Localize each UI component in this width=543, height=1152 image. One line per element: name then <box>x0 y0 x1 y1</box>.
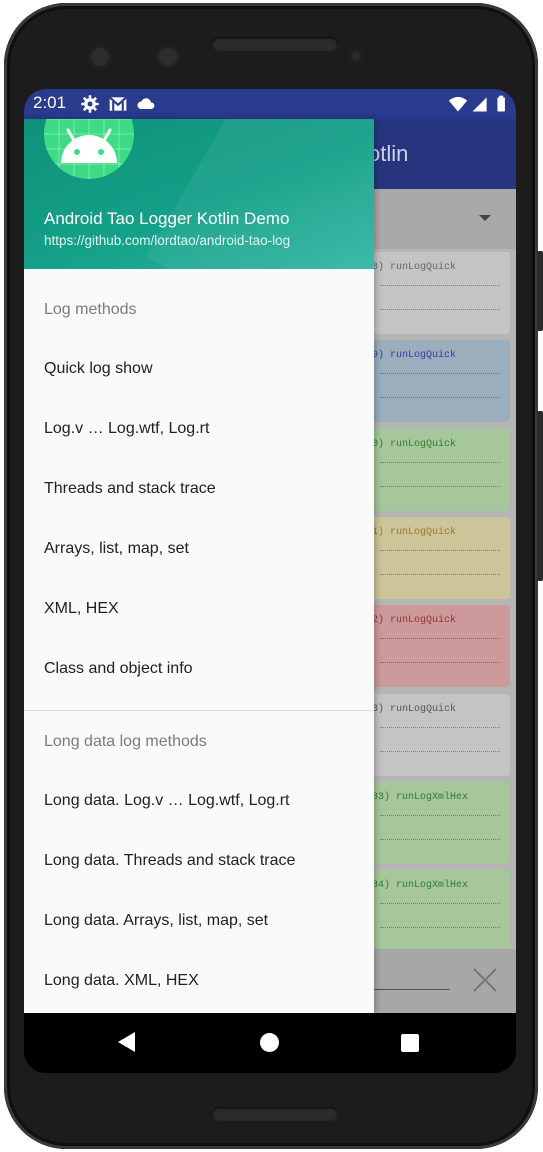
screen: 2:01 otlin 8) runLogQuick 9) runLogQuick… <box>24 89 516 1073</box>
log-card-text: 9) runLogQuick <box>372 350 457 362</box>
log-card-dots <box>380 927 500 929</box>
drawer-menu-item[interactable]: XML, HEX <box>24 582 374 638</box>
log-card-text: 83) runLogXmlHex <box>372 791 469 803</box>
dropdown-arrow-icon <box>479 215 491 221</box>
drawer-menu-item-label: Long data. Threads and stack trace <box>44 852 296 869</box>
log-card-dots <box>380 309 500 310</box>
power-button <box>537 251 543 331</box>
log-card-dots <box>380 750 500 752</box>
log-card-dots <box>380 285 500 286</box>
drawer-menu-item-label: Arrays, list, map, set <box>44 540 189 557</box>
drawer-menu-item[interactable]: Long data. Log.v … Log.wtf, Log.rt <box>24 774 374 830</box>
log-card-text: 84) runLogXmlHex <box>372 880 469 892</box>
signal-icon <box>472 97 487 112</box>
drawer-menu-item-label: Long data. Log.v … Log.wtf, Log.rt <box>44 792 290 809</box>
drawer-menu-item[interactable]: Quick log show <box>24 342 374 398</box>
back-icon[interactable] <box>118 1032 135 1052</box>
cloud-icon <box>137 98 155 109</box>
log-card-dots <box>380 461 500 463</box>
drawer-menu-item-label: Long data. Arrays, list, map, set <box>44 912 269 929</box>
front-camera <box>88 45 112 69</box>
drawer-menu-item[interactable]: Threads and stack trace <box>24 462 374 518</box>
drawer-menu-item-label: Quick log show <box>44 360 153 377</box>
gmail-icon <box>108 96 128 111</box>
log-card-dots <box>380 726 500 728</box>
home-icon[interactable] <box>260 1033 279 1052</box>
drawer-menu-item-label: Log.v … Log.wtf, Log.rt <box>44 420 210 437</box>
drawer-menu-item[interactable]: Long data. Threads and stack trace <box>24 834 374 890</box>
drawer-menu-item[interactable]: Log.v … Log.wtf, Log.rt <box>24 402 374 458</box>
volume-button <box>537 411 543 581</box>
log-card-dots <box>380 638 500 640</box>
menu-divider <box>24 710 374 711</box>
front-sensor <box>156 45 180 69</box>
drawer-menu-item-label: Class and object info <box>44 660 193 677</box>
earpiece-speaker <box>212 37 338 51</box>
clear-icon[interactable] <box>472 967 498 993</box>
status-time: 2:01 <box>33 93 67 112</box>
log-card-text: 0) runLogQuick <box>372 438 457 450</box>
proximity-sensor <box>349 49 363 63</box>
log-card-dots <box>380 397 500 399</box>
log-card-dots <box>380 814 500 816</box>
recents-icon[interactable] <box>401 1034 419 1052</box>
log-card-text: 3) runLogQuick <box>372 703 457 715</box>
wifi-icon <box>448 96 468 112</box>
log-card-text: 1) runLogQuick <box>372 526 457 538</box>
navigation-drawer: Android Tao Logger Kotlin Demo https://g… <box>24 119 374 1013</box>
system-nav-bar <box>24 1013 516 1073</box>
drawer-menu-item[interactable]: Arrays, list, map, set <box>24 522 374 578</box>
settings-icon <box>81 95 99 113</box>
status-bar: 2:01 <box>24 89 516 119</box>
filter-input[interactable] <box>374 989 450 990</box>
drawer-menu-item[interactable]: Long data. Arrays, list, map, set <box>24 894 374 950</box>
drawer-menu-item[interactable]: Class and object info <box>24 642 374 698</box>
drawer-menu-item-label: Long data. XML, HEX <box>44 972 199 989</box>
bottom-speaker <box>212 1107 338 1121</box>
android-logo <box>44 119 134 179</box>
drawer-title: Android Tao Logger Kotlin Demo <box>44 209 290 228</box>
section-header-long-data: Long data log methods <box>44 733 207 750</box>
log-card-dots <box>380 662 500 664</box>
section-header-log-methods: Log methods <box>44 301 137 318</box>
drawer-menu-item-label: XML, HEX <box>44 600 119 617</box>
log-card-text: 2) runLogQuick <box>372 615 457 627</box>
log-card-dots <box>380 373 500 375</box>
android-robot-icon <box>44 119 134 179</box>
log-card-dots <box>380 485 500 487</box>
log-card-dots <box>380 549 500 551</box>
toolbar-title: otlin <box>368 141 409 166</box>
log-card-text: 8) runLogQuick <box>372 262 457 273</box>
log-card-dots <box>380 573 500 575</box>
log-card-dots <box>380 838 500 840</box>
drawer-menu-item[interactable]: Long data. XML, HEX <box>24 954 374 1010</box>
log-card-dots <box>380 903 500 905</box>
battery-icon <box>497 95 505 112</box>
drawer-header: Android Tao Logger Kotlin Demo https://g… <box>24 119 374 269</box>
drawer-subtitle-link[interactable]: https://github.com/lordtao/android-tao-l… <box>44 233 290 248</box>
drawer-menu-item-label: Threads and stack trace <box>44 480 216 497</box>
